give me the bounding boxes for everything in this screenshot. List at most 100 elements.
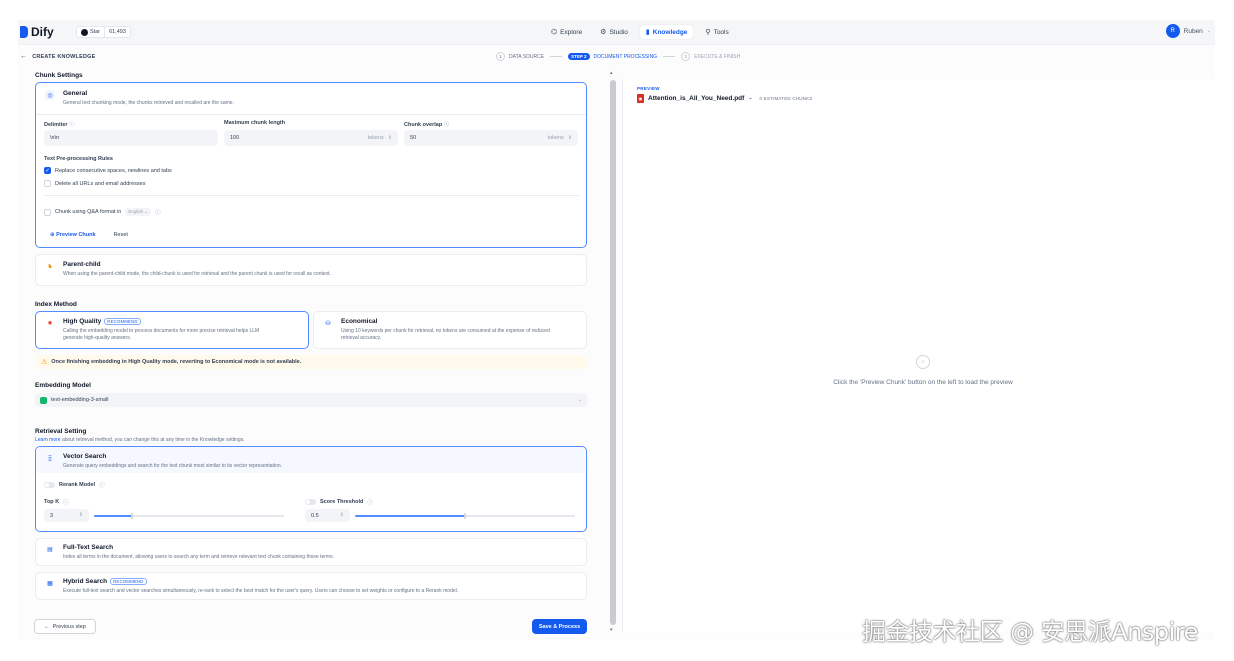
star-label: Star <box>90 29 101 35</box>
arrow-left-icon: ← <box>20 53 28 60</box>
top-nav: Dify Star 61,493 ⌬ Explore ⚙ Studio ▮ Knowl… <box>18 20 1215 45</box>
scrollbar-thumb[interactable] <box>610 80 616 625</box>
book-icon: ▮ <box>645 29 650 36</box>
economical-desc: Using 10 keywords per chunk for retrieva… <box>341 328 550 342</box>
user-menu[interactable]: R Ruben ⌄ <box>1165 24 1211 38</box>
learn-more-link[interactable]: Learn more <box>35 437 61 443</box>
parent-child-title: Parent-child <box>63 261 101 268</box>
stepper-icon[interactable]: ⇕ <box>340 513 344 518</box>
max-length-input[interactable]: 100 tokens ⇕ <box>224 130 398 146</box>
retrieval-title: Retrieval Setting <box>35 428 87 435</box>
score-threshold-toggle[interactable] <box>305 499 316 505</box>
topk-slider[interactable] <box>94 513 284 519</box>
document-search-icon: ▤ <box>47 546 53 553</box>
estimated-chunks: 0 ESTIMATED CHUNKS <box>759 96 813 101</box>
previous-step-label: Previous step <box>52 623 86 630</box>
star-count: 61,493 <box>109 29 126 35</box>
overlap-unit: tokens <box>547 135 564 141</box>
scroll-up-icon[interactable]: ▴ <box>610 70 613 76</box>
checkbox-unchecked[interactable] <box>44 180 51 187</box>
economical-card[interactable]: ⛁ Economical Using 10 keywords per chunk… <box>313 311 587 349</box>
watermark: 掘金技术社区 @ 安思派Anspire <box>862 618 1198 646</box>
reset-button[interactable]: Reset <box>114 232 128 238</box>
stepper-icon[interactable]: ⇕ <box>388 135 392 141</box>
high-quality-desc: Calling the embedding model to process d… <box>63 328 259 342</box>
divider <box>44 195 579 196</box>
overlap-input[interactable]: 50 tokens ⇕ <box>404 130 578 146</box>
delimiter-input[interactable]: \n\n <box>44 130 218 146</box>
preview-empty-text: Click the 'Preview Chunk' button on the … <box>833 379 1013 386</box>
scroll-down-icon[interactable]: ▾ <box>610 627 613 633</box>
qa-checkbox[interactable] <box>44 208 51 216</box>
hybrid-search-card[interactable]: ▦ Hybrid Search RECOMMEND Execute full-te… <box>35 572 587 600</box>
logo[interactable]: Dify <box>20 25 54 39</box>
full-text-title: Full-Text Search <box>63 544 114 551</box>
overlap-label-text: Chunk overlap <box>404 122 443 128</box>
qa-language-select[interactable]: English ⌄ <box>125 208 152 216</box>
parent-child-card[interactable]: ♞ Parent-child When using the parent-chi… <box>35 254 587 286</box>
logo-mark-icon <box>20 26 28 38</box>
index-warning: ⚠ Once finishing embedding in High Quali… <box>35 355 587 369</box>
github-star-button[interactable]: Star 61,493 <box>76 26 131 38</box>
hybrid-search-icon: ▦ <box>47 580 53 587</box>
nav-studio[interactable]: ⚙ Studio <box>594 25 634 39</box>
rule-urls-row[interactable]: Delete all URLs and email addresses <box>44 180 146 187</box>
preview-chunk-button[interactable]: ⊕ Preview Chunk <box>50 232 96 238</box>
score-label-row: Score Threshold ⓘ <box>305 498 373 506</box>
info-icon: ⓘ <box>367 500 373 506</box>
general-desc: General text chunking mode, the chunks r… <box>63 100 234 106</box>
previous-step-button[interactable]: ← Previous step <box>34 619 96 634</box>
general-chunk-card[interactable]: ◎ General General text chunking mode, th… <box>35 82 587 248</box>
vector-search-card[interactable]: ⣿ Vector Search Generate query embedding… <box>35 446 587 532</box>
delimiter-label-text: Delimiter <box>44 122 68 128</box>
rerank-toggle[interactable] <box>44 482 55 488</box>
step-1-label: DATA SOURCE <box>509 53 545 60</box>
step-separator <box>663 56 676 57</box>
economical-title: Economical <box>341 318 378 325</box>
score-slider-thumb[interactable] <box>464 513 466 519</box>
delimiter-label: Delimiter ⓘ <box>44 120 75 128</box>
scrollbar[interactable]: ▴ ▾ <box>610 70 616 636</box>
index-method-title: Index Method <box>35 301 77 308</box>
preview-file-name: Attention_is_All_You_Need.pdf <box>648 95 745 102</box>
embedding-model-select[interactable]: text-embedding-3-small ⌄ <box>35 393 587 407</box>
chevron-down-icon: ⌄ <box>577 396 582 403</box>
full-text-search-card[interactable]: ▤ Full-Text Search Index all terms in th… <box>35 538 587 566</box>
overlap-value: 50 <box>410 135 417 141</box>
qa-row[interactable]: Chunk using Q&A format in English ⌄ ⓘ <box>44 208 161 216</box>
embedding-title: Embedding Model <box>35 382 91 389</box>
rule-spaces-row[interactable]: ✓ Replace consecutive spaces, newlines an… <box>44 167 172 174</box>
recommend-badge: RECOMMEND <box>110 578 147 585</box>
back-label: CREATE KNOWLEDGE <box>32 53 96 60</box>
nav-explore-label: Explore <box>560 28 583 36</box>
preview-file-select[interactable]: ▣ Attention_is_All_You_Need.pdf ⌄ 0 ESTI… <box>637 94 813 103</box>
topk-input[interactable]: 3 ⇕ <box>44 509 89 522</box>
chevron-down-icon: ⌄ <box>1206 27 1211 34</box>
preview-chunk-label: Preview Chunk <box>56 232 96 238</box>
vector-search-title: Vector Search <box>63 453 107 460</box>
nav-knowledge[interactable]: ▮ Knowledge <box>639 25 694 39</box>
save-process-button[interactable]: Save & Process <box>532 619 587 634</box>
step-execute-finish: 3 EXECUTE & FINISH <box>681 52 740 61</box>
parent-child-desc: When using the parent-child mode, the ch… <box>63 271 331 277</box>
topk-label-row: Top Kⓘ <box>44 498 69 506</box>
nav-studio-label: Studio <box>609 28 628 36</box>
topk-slider-thumb[interactable] <box>131 513 133 519</box>
max-length-unit: tokens <box>367 135 384 141</box>
divider <box>36 114 586 115</box>
high-quality-card[interactable]: ✹ High Quality RECOMMEND Calling the embe… <box>35 311 309 349</box>
score-threshold-input[interactable]: 0.5 ⇕ <box>305 509 350 522</box>
rule-spaces-label: Replace consecutive spaces, newlines and… <box>55 167 172 174</box>
main-nav: ⌬ Explore ⚙ Studio ▮ Knowledge ⚲ Tools <box>545 25 735 39</box>
checkbox-checked[interactable]: ✓ <box>44 167 51 174</box>
hybrid-desc: Execute full-text search and vector sear… <box>63 588 459 594</box>
nav-explore[interactable]: ⌬ Explore <box>545 25 588 39</box>
user-name: Ruben <box>1183 27 1203 35</box>
stepper-icon[interactable]: ⇕ <box>79 513 83 518</box>
info-icon: ⓘ <box>63 500 69 506</box>
stepper-icon[interactable]: ⇕ <box>568 135 572 141</box>
back-button[interactable]: ← CREATE KNOWLEDGE <box>20 53 96 60</box>
nav-tools[interactable]: ⚲ Tools <box>699 25 734 39</box>
score-threshold-slider[interactable] <box>355 513 575 519</box>
max-length-value: 100 <box>230 135 240 141</box>
